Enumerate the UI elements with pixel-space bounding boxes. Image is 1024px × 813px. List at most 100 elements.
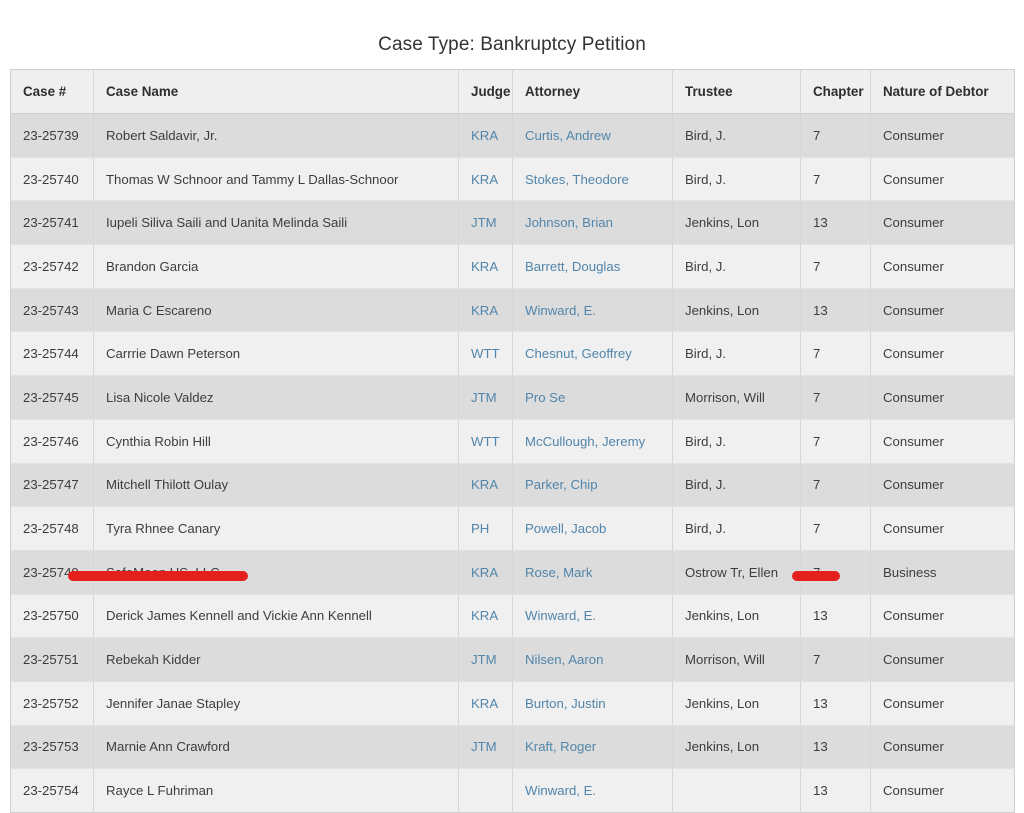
- cell-attorney[interactable]: Winward, E.: [513, 769, 673, 813]
- cell-judge[interactable]: JTM: [459, 201, 513, 245]
- judge-link[interactable]: KRA: [471, 259, 498, 274]
- attorney-link[interactable]: Burton, Justin: [525, 696, 606, 711]
- cell-judge[interactable]: KRA: [459, 463, 513, 507]
- judge-link[interactable]: KRA: [471, 128, 498, 143]
- attorney-link[interactable]: Johnson, Brian: [525, 215, 613, 230]
- cell-attorney[interactable]: Winward, E.: [513, 594, 673, 638]
- cell-judge[interactable]: KRA: [459, 288, 513, 332]
- cell-attorney[interactable]: Parker, Chip: [513, 463, 673, 507]
- cell-trustee: Jenkins, Lon: [673, 288, 801, 332]
- attorney-link[interactable]: McCullough, Jeremy: [525, 434, 645, 449]
- judge-link[interactable]: KRA: [471, 696, 498, 711]
- cell-nature_of_debtor: Consumer: [871, 245, 1015, 289]
- cell-judge[interactable]: KRA: [459, 550, 513, 594]
- cell-judge[interactable]: KRA: [459, 681, 513, 725]
- table-row[interactable]: 23-25743Maria C EscarenoKRAWinward, E.Je…: [11, 288, 1015, 332]
- judge-link[interactable]: KRA: [471, 608, 498, 623]
- attorney-link[interactable]: Curtis, Andrew: [525, 128, 611, 143]
- column-header-judge[interactable]: Judge: [459, 70, 513, 114]
- table-row[interactable]: 23-25739Robert Saldavir, Jr.KRACurtis, A…: [11, 114, 1015, 158]
- table-row[interactable]: 23-25747Mitchell Thilott OulayKRAParker,…: [11, 463, 1015, 507]
- cell-chapter: 7: [801, 419, 871, 463]
- cell-chapter: 7: [801, 550, 871, 594]
- cell-judge[interactable]: WTT: [459, 332, 513, 376]
- cell-attorney[interactable]: Burton, Justin: [513, 681, 673, 725]
- table-row[interactable]: 23-25752Jennifer Janae StapleyKRABurton,…: [11, 681, 1015, 725]
- attorney-link[interactable]: Stokes, Theodore: [525, 172, 629, 187]
- judge-link[interactable]: JTM: [471, 390, 497, 405]
- table-row[interactable]: 23-25751Rebekah KidderJTMNilsen, AaronMo…: [11, 638, 1015, 682]
- table-row[interactable]: 23-25754Rayce L FuhrimanWinward, E.13Con…: [11, 769, 1015, 813]
- cell-attorney[interactable]: Winward, E.: [513, 288, 673, 332]
- table-row[interactable]: 23-25742Brandon GarciaKRABarrett, Dougla…: [11, 245, 1015, 289]
- cell-attorney[interactable]: Stokes, Theodore: [513, 157, 673, 201]
- attorney-link[interactable]: Winward, E.: [525, 783, 596, 798]
- cell-trustee: Jenkins, Lon: [673, 594, 801, 638]
- table-row[interactable]: 23-25748Tyra Rhnee CanaryPHPowell, Jacob…: [11, 507, 1015, 551]
- cell-judge[interactable]: JTM: [459, 725, 513, 769]
- attorney-link[interactable]: Powell, Jacob: [525, 521, 606, 536]
- table-row[interactable]: 23-25740Thomas W Schnoor and Tammy L Dal…: [11, 157, 1015, 201]
- page-title: Case Type: Bankruptcy Petition: [0, 0, 1024, 54]
- cell-nature_of_debtor: Consumer: [871, 288, 1015, 332]
- table-row[interactable]: 23-25753Marnie Ann CrawfordJTMKraft, Rog…: [11, 725, 1015, 769]
- column-header-case-number[interactable]: Case #: [11, 70, 94, 114]
- cell-attorney[interactable]: McCullough, Jeremy: [513, 419, 673, 463]
- cell-case_name: Rebekah Kidder: [94, 638, 459, 682]
- judge-link[interactable]: KRA: [471, 303, 498, 318]
- table-row[interactable]: 23-25746Cynthia Robin HillWTTMcCullough,…: [11, 419, 1015, 463]
- cell-judge[interactable]: JTM: [459, 638, 513, 682]
- table-row[interactable]: 23-25749SafeMoon US, LLCKRARose, MarkOst…: [11, 550, 1015, 594]
- table-row[interactable]: 23-25744Carrrie Dawn PetersonWTTChesnut,…: [11, 332, 1015, 376]
- column-header-trustee[interactable]: Trustee: [673, 70, 801, 114]
- column-header-case-name[interactable]: Case Name: [94, 70, 459, 114]
- attorney-link[interactable]: Rose, Mark: [525, 565, 592, 580]
- table-header-row: Case # Case Name Judge Attorney Trustee …: [11, 70, 1015, 114]
- attorney-link[interactable]: Chesnut, Geoffrey: [525, 346, 632, 361]
- cell-attorney[interactable]: Rose, Mark: [513, 550, 673, 594]
- cell-chapter: 13: [801, 594, 871, 638]
- cell-judge[interactable]: WTT: [459, 419, 513, 463]
- cell-judge[interactable]: KRA: [459, 114, 513, 158]
- cell-judge[interactable]: KRA: [459, 157, 513, 201]
- table-row[interactable]: 23-25745Lisa Nicole ValdezJTMPro SeMorri…: [11, 376, 1015, 420]
- cell-judge[interactable]: KRA: [459, 245, 513, 289]
- cell-chapter: 13: [801, 681, 871, 725]
- attorney-link[interactable]: Winward, E.: [525, 303, 596, 318]
- attorney-link[interactable]: Pro Se: [525, 390, 565, 405]
- attorney-link[interactable]: Nilsen, Aaron: [525, 652, 603, 667]
- cell-case_name: SafeMoon US, LLC: [94, 550, 459, 594]
- judge-link[interactable]: PH: [471, 521, 489, 536]
- cell-attorney[interactable]: Curtis, Andrew: [513, 114, 673, 158]
- attorney-link[interactable]: Kraft, Roger: [525, 739, 596, 754]
- attorney-link[interactable]: Parker, Chip: [525, 477, 598, 492]
- cell-judge[interactable]: JTM: [459, 376, 513, 420]
- cell-attorney[interactable]: Chesnut, Geoffrey: [513, 332, 673, 376]
- cell-attorney[interactable]: Barrett, Douglas: [513, 245, 673, 289]
- cell-case_name: Derick James Kennell and Vickie Ann Kenn…: [94, 594, 459, 638]
- cell-attorney[interactable]: Powell, Jacob: [513, 507, 673, 551]
- table-row[interactable]: 23-25741Iupeli Siliva Saili and Uanita M…: [11, 201, 1015, 245]
- cell-chapter: 7: [801, 157, 871, 201]
- cell-judge[interactable]: PH: [459, 507, 513, 551]
- cell-attorney[interactable]: Kraft, Roger: [513, 725, 673, 769]
- attorney-link[interactable]: Winward, E.: [525, 608, 596, 623]
- judge-link[interactable]: JTM: [471, 739, 497, 754]
- cell-attorney[interactable]: Johnson, Brian: [513, 201, 673, 245]
- judge-link[interactable]: KRA: [471, 565, 498, 580]
- cell-attorney[interactable]: Pro Se: [513, 376, 673, 420]
- judge-link[interactable]: KRA: [471, 477, 498, 492]
- judge-link[interactable]: JTM: [471, 652, 497, 667]
- cell-attorney[interactable]: Nilsen, Aaron: [513, 638, 673, 682]
- column-header-chapter[interactable]: Chapter: [801, 70, 871, 114]
- column-header-nature-of-debtor[interactable]: Nature of Debtor: [871, 70, 1015, 114]
- cell-case_name: Iupeli Siliva Saili and Uanita Melinda S…: [94, 201, 459, 245]
- judge-link[interactable]: WTT: [471, 346, 500, 361]
- judge-link[interactable]: KRA: [471, 172, 498, 187]
- column-header-attorney[interactable]: Attorney: [513, 70, 673, 114]
- attorney-link[interactable]: Barrett, Douglas: [525, 259, 620, 274]
- judge-link[interactable]: JTM: [471, 215, 497, 230]
- judge-link[interactable]: WTT: [471, 434, 500, 449]
- table-row[interactable]: 23-25750Derick James Kennell and Vickie …: [11, 594, 1015, 638]
- cell-judge[interactable]: KRA: [459, 594, 513, 638]
